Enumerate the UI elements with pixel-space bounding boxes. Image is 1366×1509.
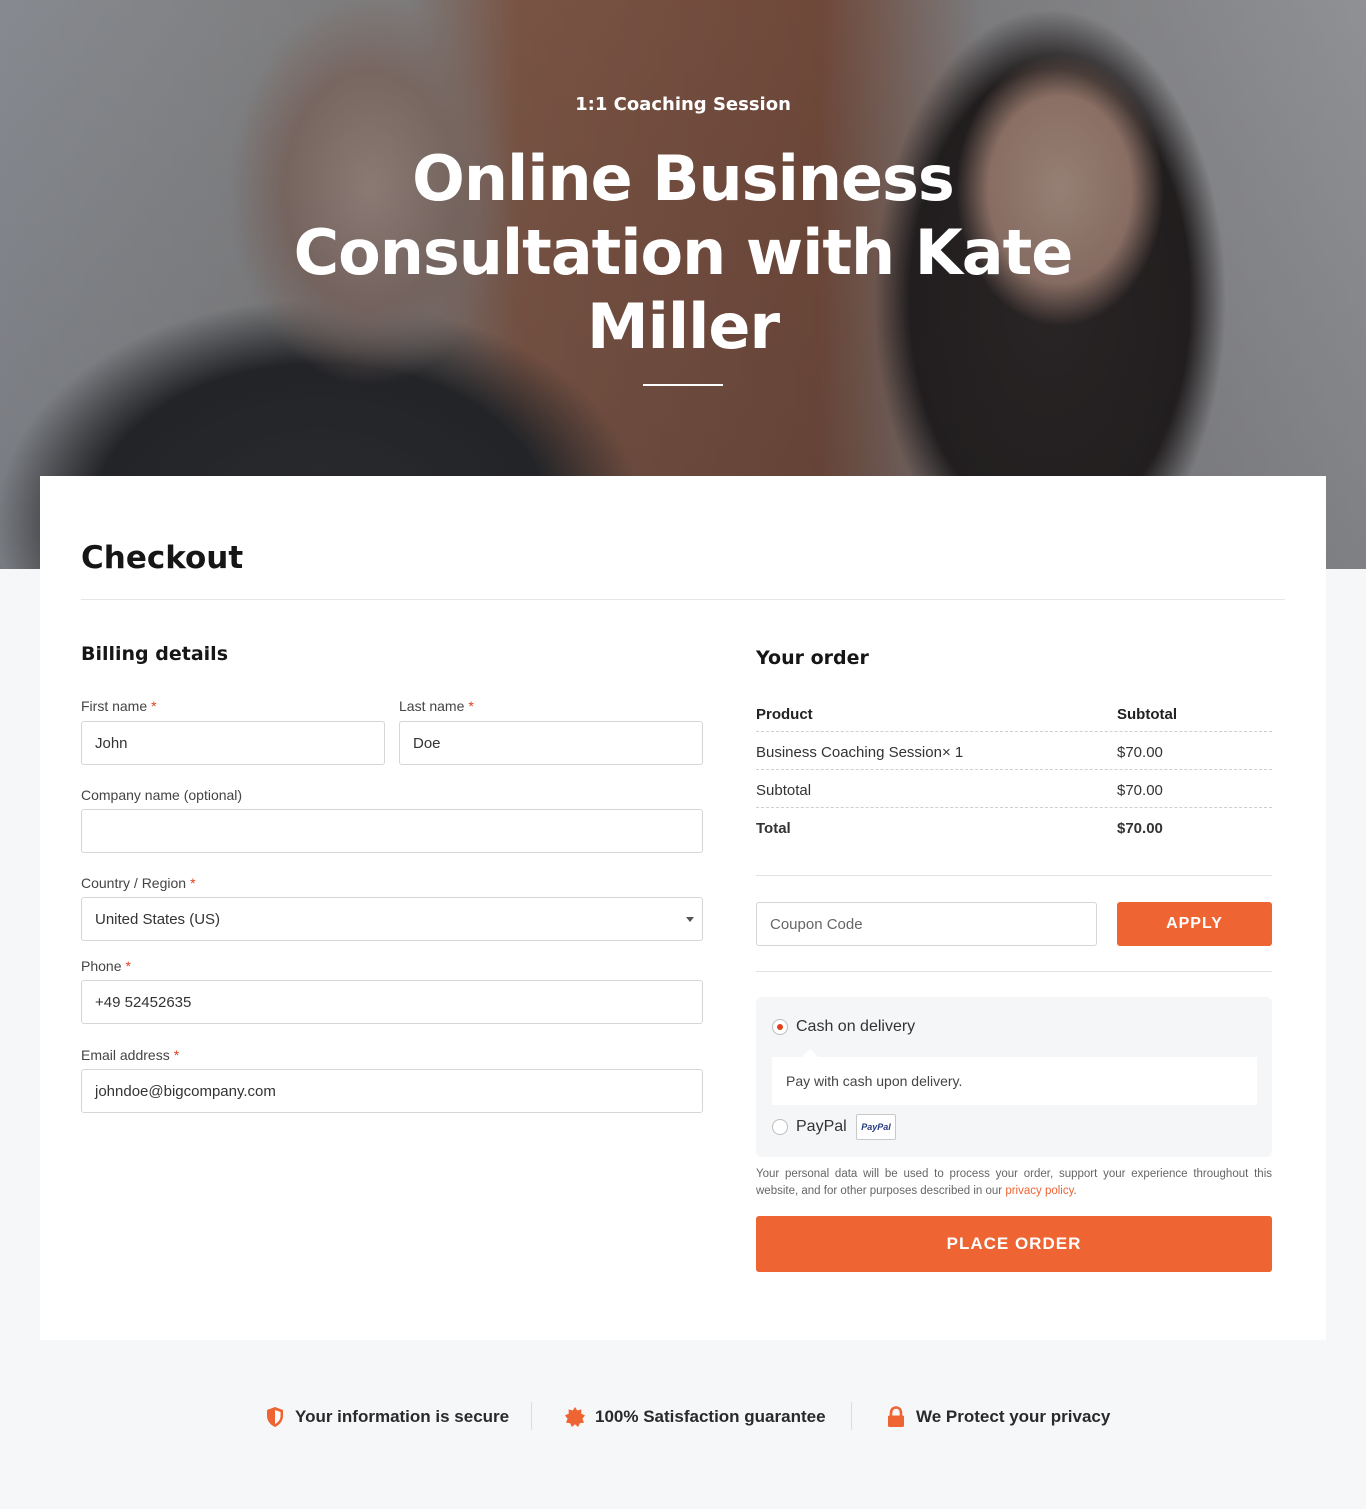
apply-coupon-button[interactable]: APPLY [1117, 902, 1272, 946]
hero-eyebrow: 1:1 Coaching Session [575, 94, 791, 115]
first-name-input[interactable]: John [81, 721, 385, 765]
radio-cash-on-delivery[interactable] [772, 1019, 788, 1035]
title-divider [81, 599, 1285, 600]
payment-methods: Cash on delivery Pay with cash upon deli… [756, 997, 1272, 1157]
required-mark: * [190, 875, 196, 891]
table-row: Subtotal $70.00 [756, 770, 1272, 808]
place-order-button[interactable]: PLACE ORDER [756, 1216, 1272, 1272]
divider [531, 1402, 532, 1430]
lock-icon [888, 1406, 904, 1427]
first-name-label: First name * [81, 698, 157, 714]
divider [851, 1402, 852, 1430]
coupon-input[interactable]: Coupon Code [756, 902, 1097, 946]
column-header-product: Product [756, 706, 813, 723]
trust-label: We Protect your privacy [916, 1407, 1111, 1426]
company-input[interactable] [81, 809, 703, 853]
trust-label: Your information is secure [295, 1407, 510, 1426]
trust-item-privacy: We Protect your privacy [886, 1404, 1110, 1430]
table-row: Total $70.00 [756, 808, 1272, 846]
badge-icon [565, 1407, 585, 1427]
paypal-logo: PayPal [856, 1114, 896, 1140]
phone-input[interactable]: +49 52452635 [81, 980, 703, 1024]
country-value: United States (US) [95, 910, 221, 928]
last-name-label: Last name * [399, 698, 474, 714]
required-mark: * [468, 698, 474, 714]
trust-item-secure: Your information is secure [265, 1404, 509, 1430]
shield-icon [267, 1407, 283, 1427]
payment-label-paypal[interactable]: PayPal [796, 1118, 847, 1136]
chevron-down-icon [686, 917, 694, 922]
radio-paypal[interactable] [772, 1119, 788, 1135]
table-header: Product Subtotal [756, 694, 1272, 732]
company-label: Company name (optional) [81, 787, 243, 803]
payment-description: Pay with cash upon delivery. [772, 1049, 1257, 1105]
trust-item-guarantee: 100% Satisfaction guarantee [565, 1404, 826, 1430]
billing-heading: Billing details [81, 643, 228, 665]
table-row: Business Coaching Session× 1 $70.00 [756, 732, 1272, 770]
divider [756, 875, 1272, 876]
trust-label: 100% Satisfaction guarantee [595, 1407, 826, 1426]
required-mark: * [151, 698, 157, 714]
checkout-card: Checkout Billing details First name * Joh… [40, 476, 1326, 1340]
total-value: $70.00 [1117, 820, 1163, 837]
country-select[interactable]: United States (US) [81, 897, 703, 941]
phone-label: Phone * [81, 958, 131, 974]
privacy-notice: Your personal data will be used to proce… [756, 1168, 1272, 1197]
email-label: Email address * [81, 1047, 180, 1063]
divider [756, 971, 1272, 972]
product-name: Business Coaching Session× 1 [756, 744, 964, 761]
subtotal-value: $70.00 [1117, 782, 1163, 799]
paypal-logo-text: PayPal [861, 1122, 891, 1132]
last-name-input[interactable]: Doe [399, 721, 703, 765]
page-title: Checkout [81, 540, 244, 576]
country-label: Country / Region * [81, 875, 196, 891]
product-subtotal: $70.00 [1117, 744, 1163, 761]
email-input[interactable]: johndoe@bigcompany.com [81, 1069, 703, 1113]
column-header-subtotal: Subtotal [1117, 706, 1177, 723]
subtotal-label: Subtotal [756, 782, 812, 799]
privacy-policy-link[interactable]: privacy policy [1005, 1185, 1073, 1197]
order-heading: Your order [756, 647, 869, 669]
required-mark: * [125, 958, 131, 974]
order-table: Product Subtotal Business Coaching Sessi… [756, 694, 1272, 846]
required-mark: * [173, 1047, 180, 1063]
payment-label-cod[interactable]: Cash on delivery [796, 1018, 915, 1036]
hero-title: Online Business Consultation with Kate M… [293, 142, 1074, 363]
hero-divider [643, 384, 723, 386]
total-label: Total [756, 820, 791, 837]
